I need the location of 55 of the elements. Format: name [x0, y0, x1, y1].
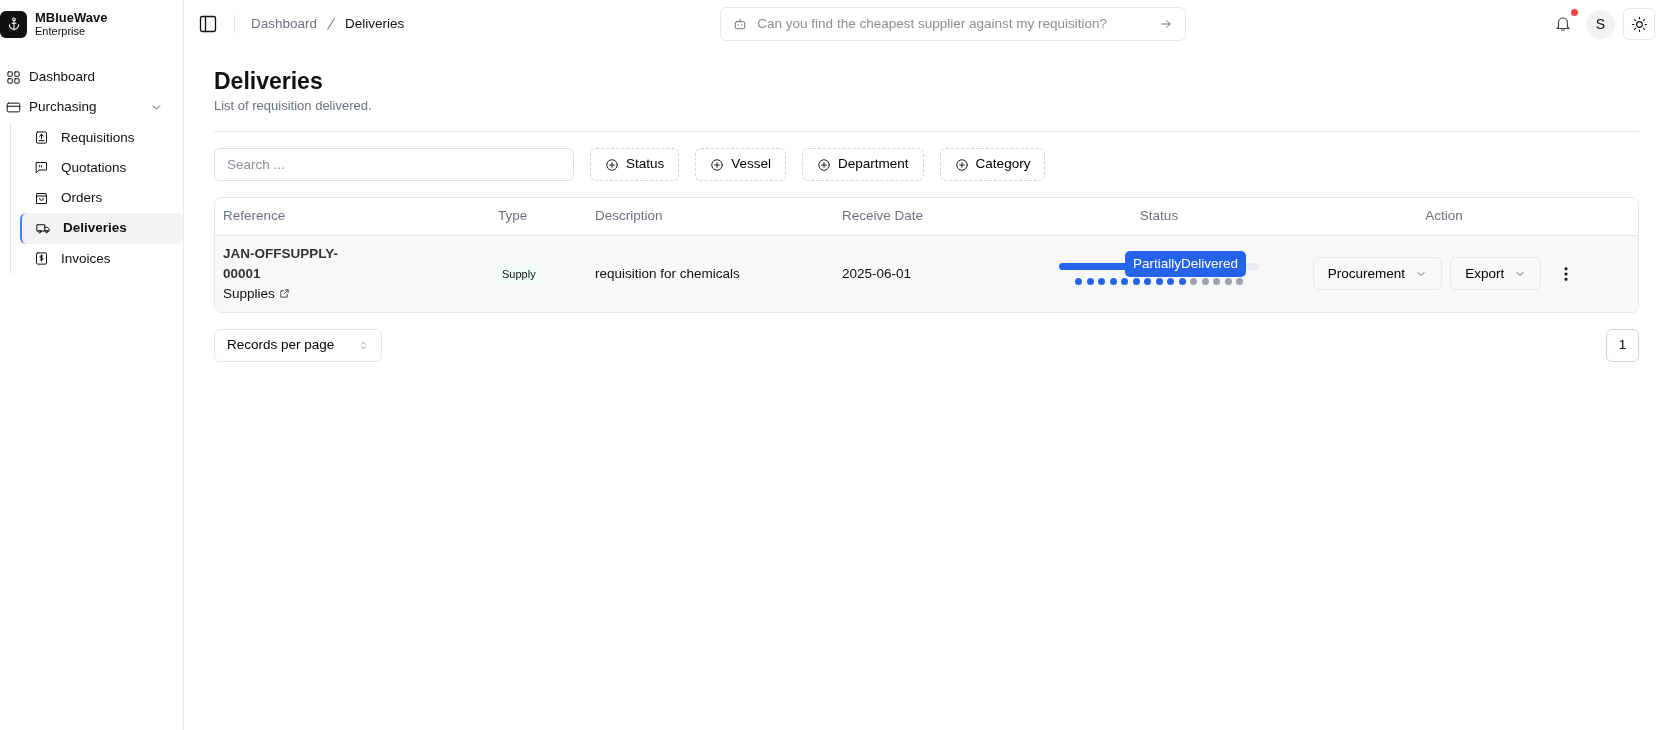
invoice-icon — [34, 251, 49, 267]
document-upload-icon — [34, 130, 49, 146]
type-tag: Supply — [498, 265, 540, 282]
page-title: Deliveries — [214, 68, 324, 96]
user-avatar[interactable]: S — [1586, 9, 1615, 39]
sidebar-item[interactable]: Invoices — [20, 243, 183, 274]
reference-id: JAN-OFFSUPPLY-00001 — [223, 244, 340, 283]
column-header: Description — [587, 198, 834, 236]
credit-card-icon — [6, 99, 21, 115]
column-header: Reference — [215, 198, 490, 236]
sidebar-toggle-button[interactable] — [198, 14, 218, 34]
sort-icon — [358, 339, 369, 351]
table-cell: 2025-06-01 — [834, 235, 1024, 312]
breadcrumb-link[interactable]: Dashboard — [251, 13, 318, 35]
column-header: Action — [1294, 198, 1594, 236]
robot-icon — [733, 17, 748, 31]
shopping-bag-icon — [34, 190, 49, 206]
sidebar-item[interactable]: Dashboard — [0, 62, 183, 93]
column-header: Type — [490, 198, 587, 236]
brand-name: MBlueWave — [35, 10, 108, 25]
supplies-link[interactable]: Supplies — [223, 283, 290, 304]
dropdown-button[interactable]: Export — [1450, 257, 1542, 291]
grid-icon — [6, 69, 21, 85]
anchor-logo-icon — [0, 10, 27, 38]
plus-circle-icon — [605, 157, 619, 172]
sidebar-item[interactable]: Purchasing — [0, 92, 183, 123]
page-subtitle: List of requisition delivered. — [214, 96, 373, 115]
plus-circle-icon — [954, 157, 969, 172]
plus-circle-icon — [817, 157, 832, 172]
breadcrumb-current: Deliveries — [345, 14, 405, 33]
filter-button[interactable]: Vessel — [695, 148, 787, 182]
external-link-icon — [278, 288, 290, 300]
assistant-field[interactable]: Can you find the cheapest supplier against my requisition? — [720, 7, 1187, 41]
dropdown-button[interactable]: Procurement — [1312, 257, 1443, 291]
column-header: Receive Date — [834, 198, 1024, 236]
filter-button[interactable]: Category — [939, 148, 1046, 182]
sidebar-item[interactable]: Orders — [20, 183, 183, 214]
table-cell: requisition for chemicals — [587, 235, 834, 312]
filter-button[interactable]: Department — [802, 148, 924, 182]
status-tooltip: PartiallyDelivered — [1125, 250, 1247, 277]
filter-button[interactable]: Status — [590, 148, 680, 182]
brand-subtitle: Enterprise — [35, 25, 87, 38]
arrow-right-icon — [1159, 17, 1174, 31]
sidebar-item[interactable]: Requisitions — [20, 122, 183, 153]
search-field[interactable]: Search ... — [214, 148, 574, 182]
page-size-select[interactable]: Records per page — [214, 328, 382, 362]
theme-toggle-button[interactable] — [1623, 8, 1655, 40]
plus-circle-icon — [710, 157, 725, 172]
sidebar-item[interactable]: Deliveries — [20, 213, 183, 244]
message-icon — [34, 160, 49, 176]
sidebar-item[interactable]: Quotations — [20, 152, 183, 183]
column-header: Status — [1024, 198, 1294, 236]
page-button[interactable]: 1 — [1606, 328, 1639, 362]
sun-icon — [1630, 15, 1648, 33]
notifications-button[interactable] — [1554, 15, 1572, 33]
